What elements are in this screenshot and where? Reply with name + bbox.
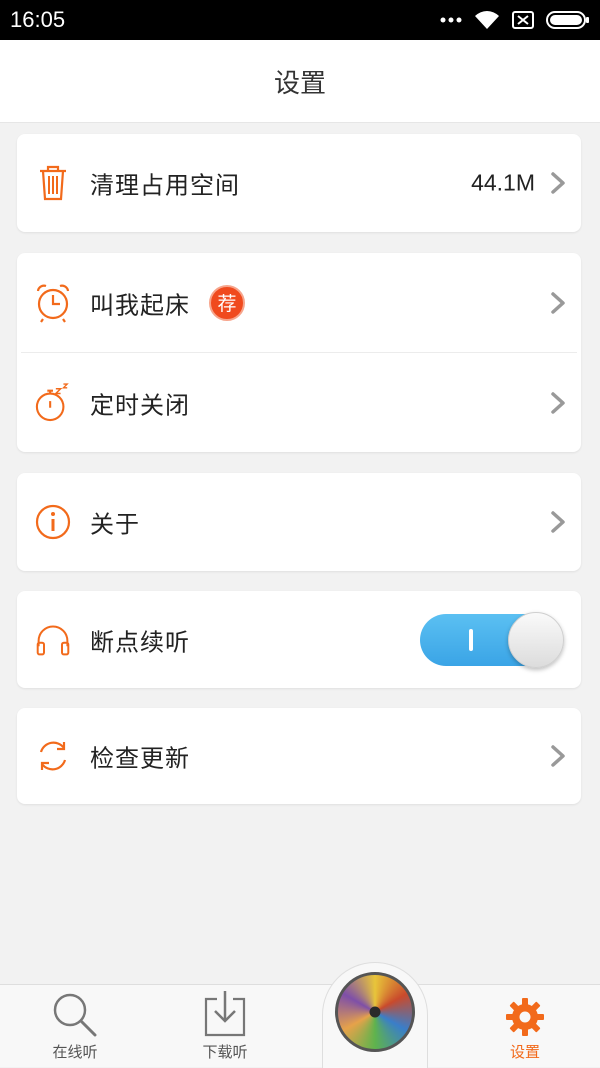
card-update: 检查更新: [17, 708, 581, 804]
settings-row-check-update[interactable]: 检查更新: [17, 708, 581, 804]
settings-row-clear-cache[interactable]: 清理占用空间 44.1M: [17, 134, 581, 232]
more-dots-icon: [440, 17, 462, 23]
bottom-tab-bar: 在线听 下载听 设置: [0, 984, 600, 1067]
tab-online[interactable]: 在线听: [15, 985, 135, 1068]
toggle-on-mark: [469, 628, 473, 651]
gear-icon: [506, 998, 544, 1036]
tab-online-label: 在线听: [52, 1043, 98, 1061]
cache-size-value: 44.1M: [471, 169, 535, 196]
recommend-badge: 荐: [209, 284, 245, 321]
card-timers: 叫我起床 荐 定时关闭: [17, 253, 581, 452]
title-bar: 设置: [0, 40, 600, 123]
now-playing-cover[interactable]: [335, 972, 415, 1052]
page-title: 设置: [273, 68, 326, 99]
card-resume: 断点续听: [17, 591, 581, 688]
tab-download-label: 下载听: [202, 1043, 248, 1061]
tab-download[interactable]: 下载听: [165, 985, 285, 1068]
wifi-icon: [475, 11, 499, 29]
check-update-label: 检查更新: [90, 744, 190, 773]
headphones-icon: [35, 620, 71, 660]
settings-row-sleep-timer[interactable]: 定时关闭: [17, 353, 581, 452]
chevron-right-icon: [551, 511, 565, 533]
trash-icon: [35, 163, 71, 203]
settings-row-alarm[interactable]: 叫我起床 荐: [17, 253, 581, 352]
stopwatch-zz-icon: [35, 382, 71, 423]
tab-settings-label: 设置: [509, 1043, 540, 1061]
resume-play-toggle[interactable]: [420, 611, 564, 668]
sim-off-icon: [512, 11, 534, 29]
toggle-knob[interactable]: [508, 611, 564, 668]
settings-row-about[interactable]: 关于: [17, 473, 581, 571]
chevron-right-icon: [551, 745, 565, 767]
card-storage: 清理占用空间 44.1M: [17, 134, 581, 232]
chevron-right-icon: [551, 391, 565, 414]
chevron-right-icon: [551, 291, 565, 314]
chevron-right-icon: [551, 172, 565, 194]
search-icon: [53, 993, 97, 1037]
tab-settings[interactable]: 设置: [465, 985, 585, 1068]
clear-cache-label: 清理占用空间: [90, 171, 240, 200]
info-icon: [35, 502, 71, 542]
alarm-clock-icon: [35, 283, 71, 323]
status-bar: 16:05: [0, 0, 600, 40]
status-icons: [440, 10, 590, 30]
about-label: 关于: [90, 510, 140, 539]
battery-icon: [546, 11, 589, 29]
sleep-timer-label: 定时关闭: [90, 391, 190, 419]
refresh-icon: [35, 736, 71, 776]
card-about: 关于: [17, 473, 581, 571]
resume-play-label: 断点续听: [90, 628, 190, 656]
status-time: 16:05: [10, 7, 66, 32]
alarm-label: 叫我起床: [90, 291, 190, 319]
download-icon: [204, 991, 246, 1037]
settings-row-resume-play: 断点续听: [17, 591, 581, 688]
